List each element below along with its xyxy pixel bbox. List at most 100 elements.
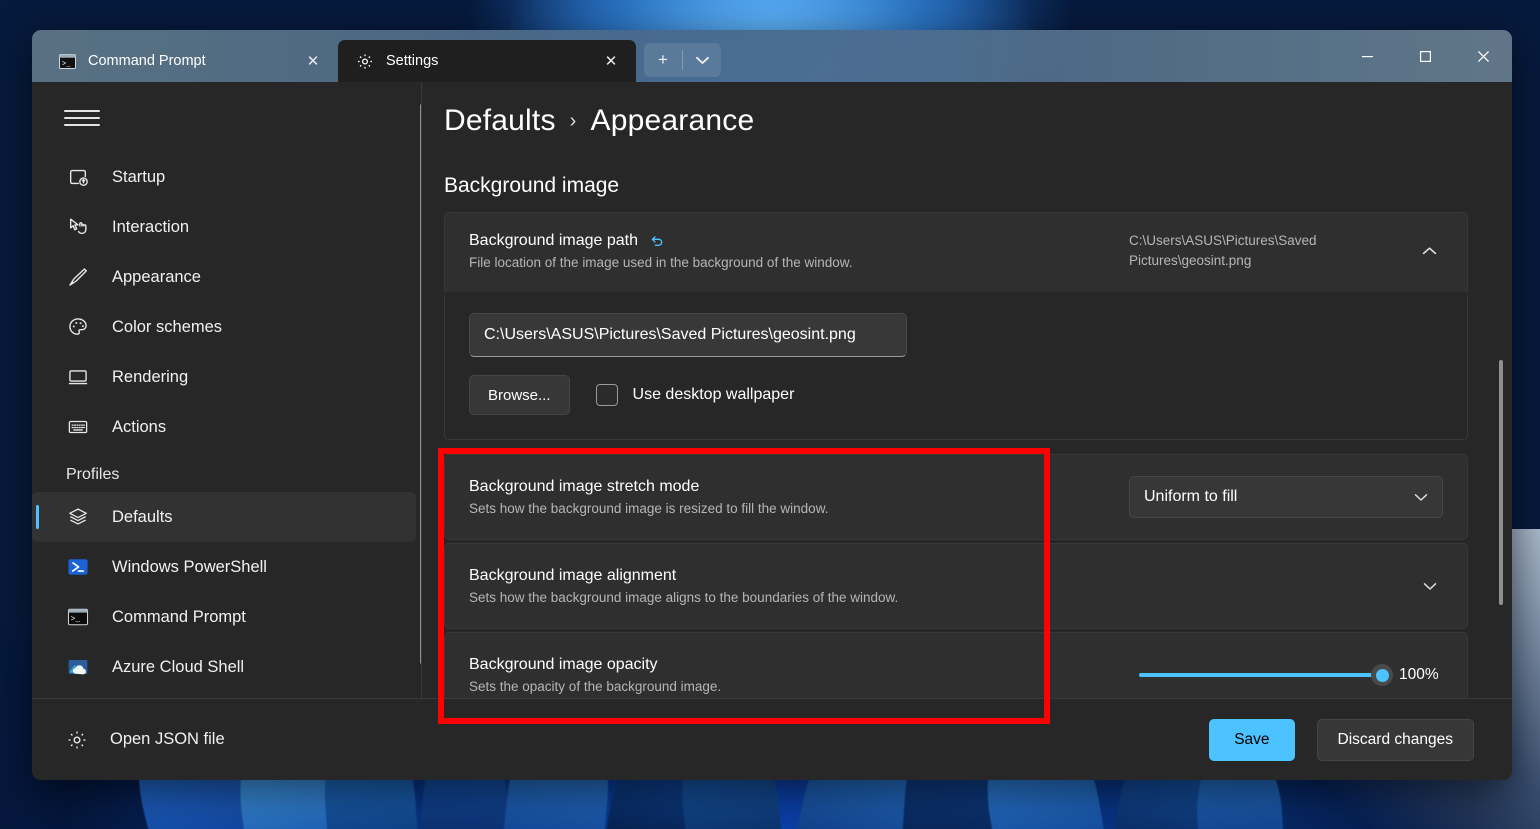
new-tab-button[interactable]: + <box>644 43 682 77</box>
sidebar-item-appearance[interactable]: Appearance <box>32 252 416 302</box>
stretch-mode-dropdown[interactable]: Uniform to fill <box>1129 476 1443 519</box>
open-json-file-button[interactable]: Open JSON file <box>60 729 225 751</box>
background-image-path-value: C:\Users\ASUS\Pictures\Saved Pictures\ge… <box>1129 233 1317 268</box>
chevron-down-icon[interactable] <box>683 43 721 77</box>
new-tab-group: + <box>644 43 721 77</box>
settings-content: Defaults › Appearance Background image B… <box>422 82 1512 780</box>
sidebar-item-label: Appearance <box>112 267 201 286</box>
page-title: Background image <box>444 174 620 197</box>
chevron-up-icon[interactable] <box>1415 246 1443 256</box>
sidebar-item-label: Actions <box>112 417 167 436</box>
stretch-mode-value: Uniform to fill <box>1144 488 1238 506</box>
highlighted-settings-group: Background image stretch mode Sets how t… <box>436 448 1512 725</box>
keyboard-icon <box>66 415 90 439</box>
startup-icon <box>66 165 90 189</box>
background-image-path-expanded-panel: C:\Users\ASUS\Pictures\Saved Pictures\ge… <box>444 295 1468 441</box>
sidebar-item-color-schemes[interactable]: Color schemes <box>32 302 416 352</box>
sidebar-item-azure-cloud-shell[interactable]: Azure Cloud Shell <box>32 642 416 692</box>
powershell-icon <box>66 555 90 579</box>
setting-title: Background image alignment <box>469 567 677 585</box>
tab-settings[interactable]: Settings ✕ <box>338 40 636 82</box>
sidebar-item-actions[interactable]: Actions <box>32 402 416 452</box>
title-bar: >_ Command Prompt ✕ Settings ✕ + <box>32 30 1512 82</box>
svg-text:>_: >_ <box>71 615 81 624</box>
setting-title: Background image path <box>469 231 638 249</box>
sidebar-item-command-prompt[interactable]: >_ Command Prompt <box>32 592 416 642</box>
row-text: Background image opacity Sets the opacit… <box>469 656 1121 694</box>
sidebar-item-label: Interaction <box>112 217 190 236</box>
tab-strip: >_ Command Prompt ✕ Settings ✕ + <box>32 30 721 82</box>
layers-icon <box>66 505 90 529</box>
palette-icon <box>66 315 90 339</box>
sidebar-item-windows-powershell[interactable]: Windows PowerShell <box>32 542 416 592</box>
window-body: Startup Interaction Appearance Color sch… <box>32 82 1512 780</box>
use-desktop-wallpaper-checkbox[interactable] <box>595 384 618 407</box>
background-image-path-input[interactable]: C:\Users\ASUS\Pictures\Saved Pictures\ge… <box>469 313 907 358</box>
content-scrollbar[interactable] <box>1499 360 1503 605</box>
opacity-value: 100% <box>1399 666 1439 684</box>
background-image-alignment-row[interactable]: Background image alignment Sets how the … <box>444 543 1468 630</box>
breadcrumb-separator-icon: › <box>569 109 577 132</box>
chevron-down-icon <box>1414 493 1428 502</box>
sidebar-item-label: Color schemes <box>112 317 223 336</box>
opacity-slider-group: 100% <box>1139 664 1443 687</box>
gear-icon <box>356 52 374 70</box>
breadcrumb: Defaults › Appearance <box>436 82 1512 138</box>
tab-close-button[interactable]: ✕ <box>300 48 326 74</box>
sidebar-item-rendering[interactable]: Rendering <box>32 352 416 402</box>
close-button[interactable] <box>1454 30 1512 82</box>
reset-icon[interactable] <box>648 233 664 249</box>
paintbrush-icon <box>66 265 90 289</box>
cmd-icon: >_ <box>66 605 90 629</box>
cmd-icon: >_ <box>58 52 76 70</box>
use-desktop-wallpaper-label: Use desktop wallpaper <box>632 386 795 404</box>
maximize-button[interactable] <box>1396 30 1454 82</box>
slider-track-fill <box>1139 673 1383 678</box>
breadcrumb-parent[interactable]: Defaults <box>444 104 556 138</box>
background-image-path-row[interactable]: Background image path File location of t… <box>444 212 1468 293</box>
settings-footer: Open JSON file Save Discard changes <box>32 698 1512 780</box>
azure-icon <box>66 655 90 679</box>
row-text: Background image path File location of t… <box>469 232 1111 270</box>
hamburger-menu-icon[interactable] <box>60 98 104 138</box>
minimize-button[interactable] <box>1338 30 1396 82</box>
slider-thumb-inner <box>1375 668 1389 682</box>
setting-title: Background image opacity <box>469 656 658 674</box>
settings-sidebar: Startup Interaction Appearance Color sch… <box>32 82 422 780</box>
breadcrumb-current: Appearance <box>590 104 755 137</box>
browse-button[interactable]: Browse... <box>469 375 570 416</box>
interaction-icon <box>66 215 90 239</box>
setting-description: Sets the opacity of the background image… <box>469 679 722 695</box>
setting-description: File location of the image used in the b… <box>469 254 853 270</box>
sidebar-item-interaction[interactable]: Interaction <box>32 202 416 252</box>
row-text: Background image stretch mode Sets how t… <box>469 478 1111 516</box>
discard-changes-button[interactable]: Discard changes <box>1316 718 1474 761</box>
path-actions-row: Browse... Use desktop wallpaper <box>469 375 1443 416</box>
open-json-file-label: Open JSON file <box>110 730 225 748</box>
slider-thumb[interactable] <box>1371 664 1393 687</box>
alignment-expand-chevron[interactable] <box>1129 582 1443 591</box>
tab-label: Settings <box>386 53 439 69</box>
sidebar-item-defaults[interactable]: Defaults <box>32 492 416 542</box>
gear-icon <box>66 729 88 751</box>
sidebar-item-label: Azure Cloud Shell <box>112 657 245 676</box>
svg-text:>_: >_ <box>62 60 71 68</box>
sidebar-item-label: Command Prompt <box>112 607 246 626</box>
sidebar-item-label: Startup <box>112 167 166 186</box>
row-title-group: Background image path <box>469 232 1111 250</box>
background-image-stretch-mode-row[interactable]: Background image stretch mode Sets how t… <box>444 454 1468 541</box>
sidebar-item-label: Rendering <box>112 367 189 386</box>
sidebar-item-startup[interactable]: Startup <box>32 152 416 202</box>
opacity-slider[interactable] <box>1139 664 1393 687</box>
row-text: Background image alignment Sets how the … <box>469 567 1111 605</box>
save-button[interactable]: Save <box>1209 718 1295 761</box>
setting-description: Sets how the background image is resized… <box>469 501 829 517</box>
terminal-window: >_ Command Prompt ✕ Settings ✕ + Startup… <box>32 30 1512 780</box>
desktop-wallpaper: >_ Command Prompt ✕ Settings ✕ + Startup… <box>0 0 1540 829</box>
tab-close-button[interactable]: ✕ <box>598 48 624 74</box>
setting-description: Sets how the background image aligns to … <box>469 590 899 606</box>
tab-command-prompt[interactable]: >_ Command Prompt ✕ <box>40 40 338 82</box>
window-controls <box>1338 30 1512 82</box>
use-desktop-wallpaper-checkbox-group[interactable]: Use desktop wallpaper <box>595 384 795 407</box>
setting-title: Background image stretch mode <box>469 478 700 496</box>
